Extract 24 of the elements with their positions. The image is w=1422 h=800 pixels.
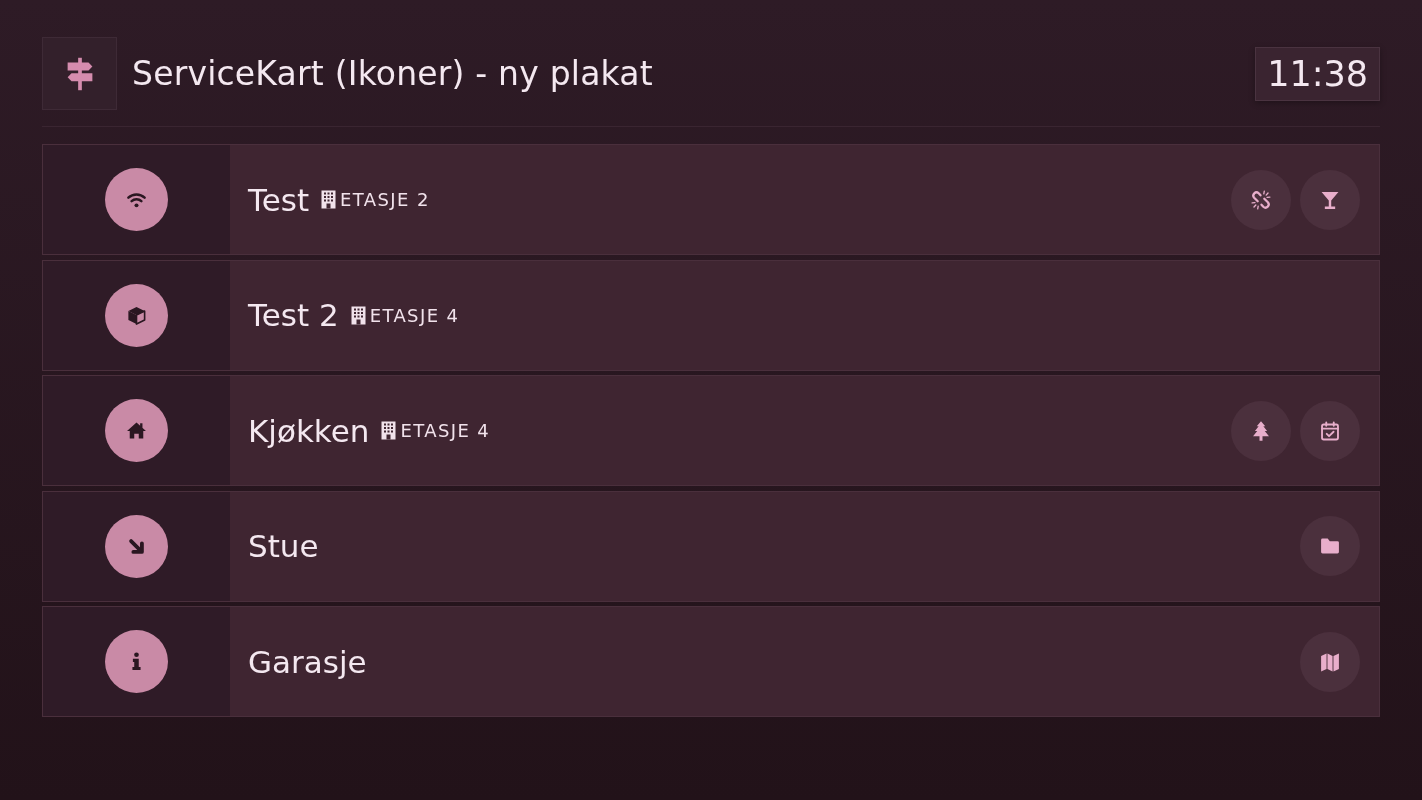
room-name: Test <box>248 181 310 218</box>
cocktail-glass-icon <box>1300 169 1360 230</box>
calendar-check-icon <box>1300 400 1360 461</box>
home-icon <box>105 399 168 463</box>
clock: 11:38 <box>1255 46 1380 101</box>
room-name: Kjøkken <box>248 412 370 449</box>
building-icon <box>350 305 366 325</box>
building-icon <box>381 421 397 441</box>
building-icon <box>321 190 337 209</box>
floor-label: ETASJE 4 <box>400 420 491 442</box>
folder-icon <box>1300 516 1360 577</box>
broken-link-icon <box>1231 169 1291 230</box>
room-name: Test 2 <box>248 297 339 334</box>
tree-icon <box>1231 400 1291 461</box>
arrow-down-right-icon <box>105 514 168 578</box>
wifi-icon <box>105 168 168 231</box>
room-name: Garasje <box>248 643 367 680</box>
room-name: Stue <box>248 528 319 565</box>
map-icon <box>1300 631 1360 692</box>
floor-label: ETASJE 2 <box>340 189 430 210</box>
poster-title: ServiceKart (Ikoner) - ny plakat <box>132 54 653 93</box>
floor-label: ETASJE 4 <box>369 304 460 326</box>
info-icon <box>105 630 168 694</box>
cube-icon <box>105 283 168 347</box>
